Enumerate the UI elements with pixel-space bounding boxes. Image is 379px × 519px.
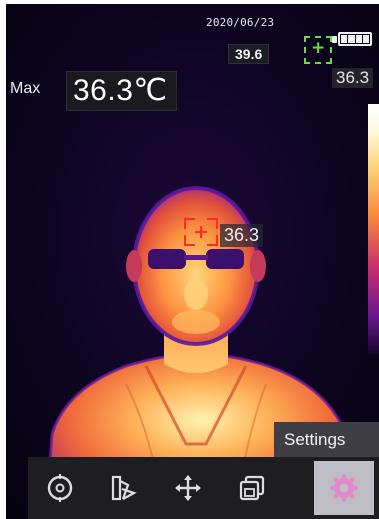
color-scale-bar xyxy=(368,104,379,354)
move-icon xyxy=(175,475,201,501)
palette-button[interactable] xyxy=(94,461,154,515)
target-button[interactable] xyxy=(30,461,90,515)
gear-icon xyxy=(330,474,358,502)
max-readout: 36.3℃ xyxy=(66,71,177,111)
bottom-toolbar xyxy=(28,457,379,519)
spot-temperature: 36.3 xyxy=(332,68,374,88)
device-frame: 2020/06/23 39.6 + 36.3 Max 36.3℃ 36.3 Se… xyxy=(0,0,379,519)
thermal-screen: 2020/06/23 39.6 + 36.3 Max 36.3℃ 36.3 Se… xyxy=(6,4,379,519)
date-label: 2020/06/23 xyxy=(206,16,275,29)
face-temperature: 36.3 xyxy=(220,224,264,247)
settings-button[interactable] xyxy=(314,461,374,515)
palette-icon xyxy=(111,475,137,501)
battery-tip xyxy=(332,36,337,43)
gallery-icon xyxy=(239,475,265,501)
spot-crosshair-icon: + xyxy=(311,38,326,58)
max-temperature: 36.3℃ xyxy=(73,74,168,107)
ambient-temperature: 39.6 xyxy=(228,44,270,64)
face-target-icon xyxy=(184,218,218,246)
target-icon xyxy=(47,474,73,502)
move-button[interactable] xyxy=(158,461,218,515)
battery-icon xyxy=(338,32,372,46)
max-label: Max xyxy=(10,80,41,97)
settings-tooltip: Settings xyxy=(274,422,379,458)
gallery-button[interactable] xyxy=(222,461,282,515)
